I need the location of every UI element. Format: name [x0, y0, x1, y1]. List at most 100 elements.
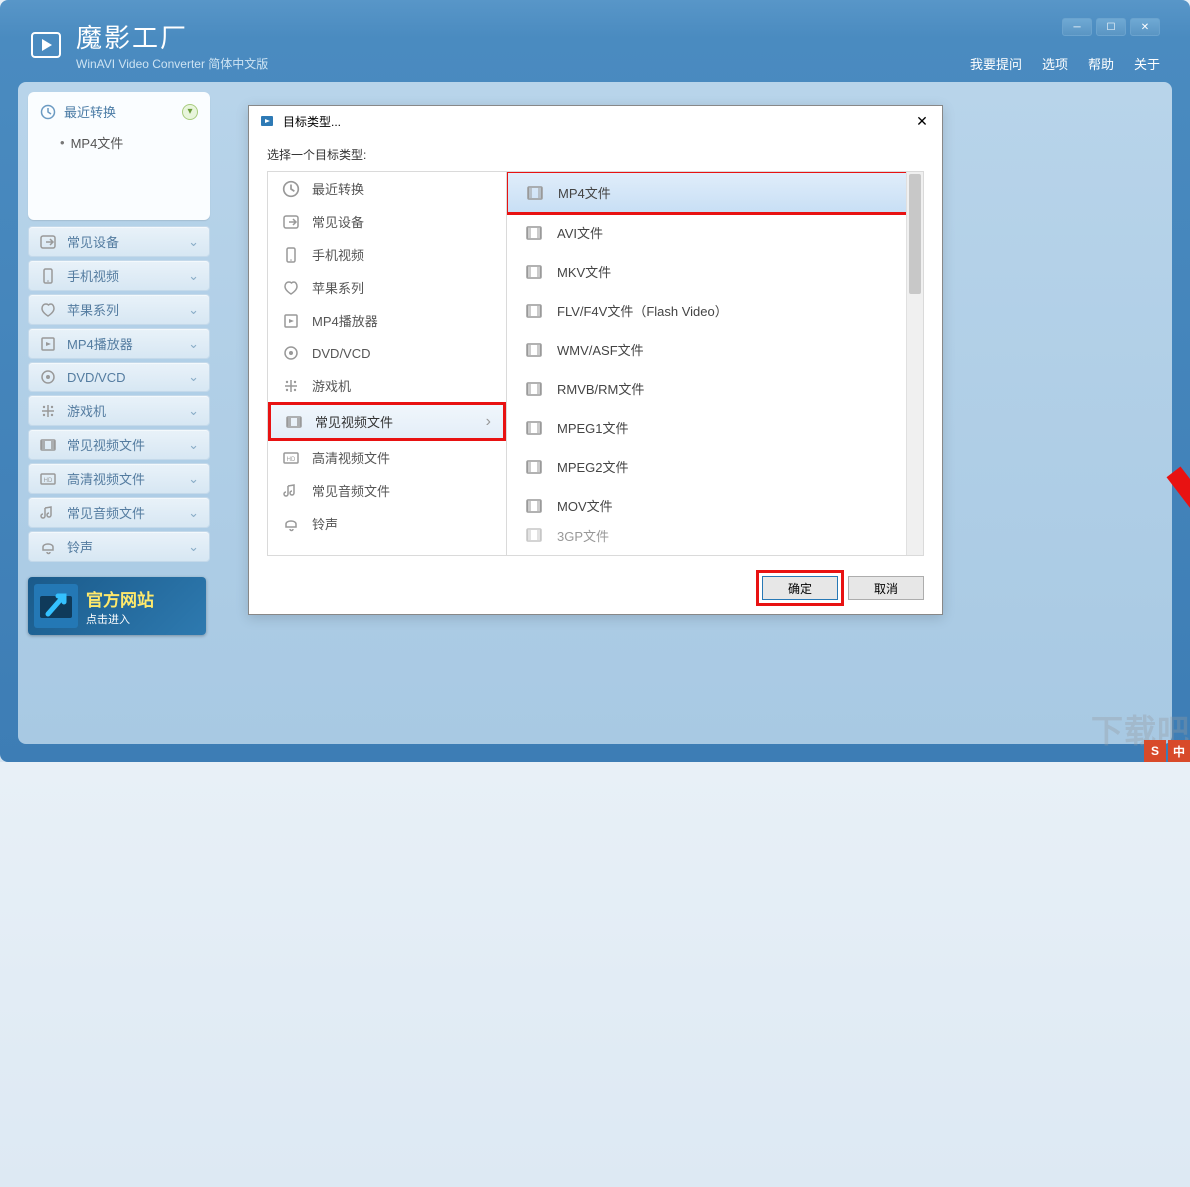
- header-right: ─ ☐ ✕ 我要提问 选项 帮助 关于: [970, 18, 1160, 73]
- sidebar-item-5[interactable]: 游戏机⌄: [28, 395, 210, 426]
- menu-feedback[interactable]: 我要提问: [970, 54, 1022, 73]
- category-item-9[interactable]: 常见音频文件: [268, 474, 506, 507]
- promo-text: 官方网站 点击进入: [86, 586, 154, 627]
- app-title: 魔影工厂: [76, 18, 268, 55]
- chevron-down-icon: ⌄: [188, 369, 199, 385]
- app-subtitle: WinAVI Video Converter 简体中文版: [76, 55, 268, 72]
- format-label: FLV/F4V文件（Flash Video）: [557, 301, 728, 320]
- category-item-5[interactable]: DVD/VCD: [268, 337, 506, 369]
- sidebar-item-icon: HD: [39, 470, 57, 488]
- format-item-6[interactable]: MPEG1文件: [507, 408, 923, 447]
- format-item-7[interactable]: MPEG2文件: [507, 447, 923, 486]
- film-icon: [525, 498, 543, 514]
- format-label: MP4文件: [558, 183, 611, 202]
- format-list[interactable]: MP4文件 AVI文件 MKV文件 FLV/F4V文件（Flash Video） WMV…: [506, 172, 923, 555]
- svg-text:HD: HD: [44, 478, 53, 484]
- format-label: WMV/ASF文件: [557, 340, 644, 359]
- sidebar-item-4[interactable]: DVD/VCD⌄: [28, 362, 210, 392]
- category-item-3[interactable]: 苹果系列: [268, 271, 506, 304]
- minimize-button[interactable]: ─: [1062, 18, 1092, 36]
- maximize-button[interactable]: ☐: [1096, 18, 1126, 36]
- ime-badge-2: 中: [1168, 740, 1190, 762]
- film-icon: [526, 185, 544, 201]
- category-item-0[interactable]: 最近转换: [268, 172, 506, 205]
- sidebar-item-3[interactable]: MP4播放器⌄: [28, 328, 210, 359]
- format-item-8[interactable]: MOV文件: [507, 486, 923, 525]
- chevron-down-icon: ⌄: [188, 505, 199, 521]
- menu-help[interactable]: 帮助: [1088, 54, 1114, 73]
- clock-icon: [40, 104, 56, 120]
- sidebar-item-7[interactable]: HD高清视频文件⌄: [28, 463, 210, 494]
- chevron-down-icon: ⌄: [188, 539, 199, 555]
- format-label: MPEG1文件: [557, 418, 629, 437]
- promo-banner[interactable]: 官方网站 点击进入: [28, 577, 206, 635]
- sidebar-item-label: 手机视频: [67, 266, 119, 285]
- film-icon: [525, 381, 543, 397]
- promo-icon: [34, 584, 78, 628]
- dialog-footer: 确定 取消: [249, 566, 942, 614]
- dialog-title-text: 目标类型...: [283, 113, 341, 130]
- category-label: 最近转换: [312, 179, 364, 198]
- category-label: 铃声: [312, 514, 338, 533]
- dialog-close-button[interactable]: ✕: [912, 111, 932, 131]
- svg-text:HD: HD: [287, 457, 296, 463]
- sidebar-item-0[interactable]: 常见设备 ⌄: [28, 226, 210, 257]
- sidebar-item-1[interactable]: 手机视频⌄: [28, 260, 210, 291]
- format-item-0[interactable]: MP4文件: [507, 172, 923, 213]
- sidebar-item-2[interactable]: 苹果系列⌄: [28, 294, 210, 325]
- chevron-down-icon: ⌄: [188, 234, 199, 250]
- scrollbar-thumb[interactable]: [909, 174, 921, 294]
- sidebar-item-icon: [39, 504, 57, 522]
- sidebar-recent-item[interactable]: MP4文件: [32, 125, 206, 160]
- film-icon: [525, 264, 543, 280]
- sidebar-item-label: 苹果系列: [67, 300, 119, 319]
- format-item-3[interactable]: FLV/F4V文件（Flash Video）: [507, 291, 923, 330]
- chevron-down-icon: ⌄: [188, 437, 199, 453]
- film-icon: [525, 342, 543, 358]
- app-logo-icon: [28, 27, 64, 63]
- film-icon: [525, 420, 543, 436]
- target-type-dialog: 目标类型... ✕ 选择一个目标类型: 最近转换常见设备手机视频苹果系列MP4播…: [248, 105, 943, 615]
- category-item-10[interactable]: 铃声: [268, 507, 506, 540]
- format-item-2[interactable]: MKV文件: [507, 252, 923, 291]
- film-icon: [525, 459, 543, 475]
- sidebar-item-6[interactable]: 常见视频文件⌄: [28, 429, 210, 460]
- collapse-icon[interactable]: ▾: [182, 104, 198, 120]
- category-label: MP4播放器: [312, 311, 378, 330]
- sidebar-item-label: 高清视频文件: [67, 469, 145, 488]
- category-icon: [282, 213, 300, 231]
- category-item-2[interactable]: 手机视频: [268, 238, 506, 271]
- format-item-4[interactable]: WMV/ASF文件: [507, 330, 923, 369]
- category-item-4[interactable]: MP4播放器: [268, 304, 506, 337]
- format-item-9[interactable]: 3GP文件: [507, 525, 923, 545]
- sidebar-item-9[interactable]: 铃声⌄: [28, 531, 210, 562]
- category-icon: [282, 180, 300, 198]
- category-item-7[interactable]: 常见视频文件: [268, 402, 506, 441]
- category-item-8[interactable]: HD高清视频文件: [268, 441, 506, 474]
- sidebar-item-icon: [39, 335, 57, 353]
- sidebar-item-8[interactable]: 常见音频文件⌄: [28, 497, 210, 528]
- format-label: MOV文件: [557, 496, 613, 515]
- sidebar-item-icon: [39, 402, 57, 420]
- category-label: DVD/VCD: [312, 346, 371, 361]
- scrollbar[interactable]: [906, 172, 923, 555]
- category-item-1[interactable]: 常见设备: [268, 205, 506, 238]
- category-list[interactable]: 最近转换常见设备手机视频苹果系列MP4播放器DVD/VCD游戏机常见视频文件HD…: [268, 172, 506, 555]
- film-icon: [525, 527, 543, 543]
- category-item-6[interactable]: 游戏机: [268, 369, 506, 402]
- format-item-5[interactable]: RMVB/RM文件: [507, 369, 923, 408]
- cancel-button[interactable]: 取消: [848, 576, 924, 600]
- category-icon: [282, 312, 300, 330]
- format-item-1[interactable]: AVI文件: [507, 213, 923, 252]
- main-window: 魔影工厂 WinAVI Video Converter 简体中文版 ─ ☐ ✕ …: [0, 0, 1190, 762]
- menu-options[interactable]: 选项: [1042, 54, 1068, 73]
- sidebar-recent-header[interactable]: 最近转换 ▾: [32, 98, 206, 125]
- close-button[interactable]: ✕: [1130, 18, 1160, 36]
- ok-button[interactable]: 确定: [762, 576, 838, 600]
- sidebar-recent-item-label: MP4文件: [71, 133, 124, 152]
- category-icon: [282, 377, 300, 395]
- format-label: AVI文件: [557, 223, 603, 242]
- menu-about[interactable]: 关于: [1134, 54, 1160, 73]
- dialog-titlebar: 目标类型... ✕: [249, 106, 942, 136]
- sidebar-item-label: 常见设备: [67, 232, 119, 251]
